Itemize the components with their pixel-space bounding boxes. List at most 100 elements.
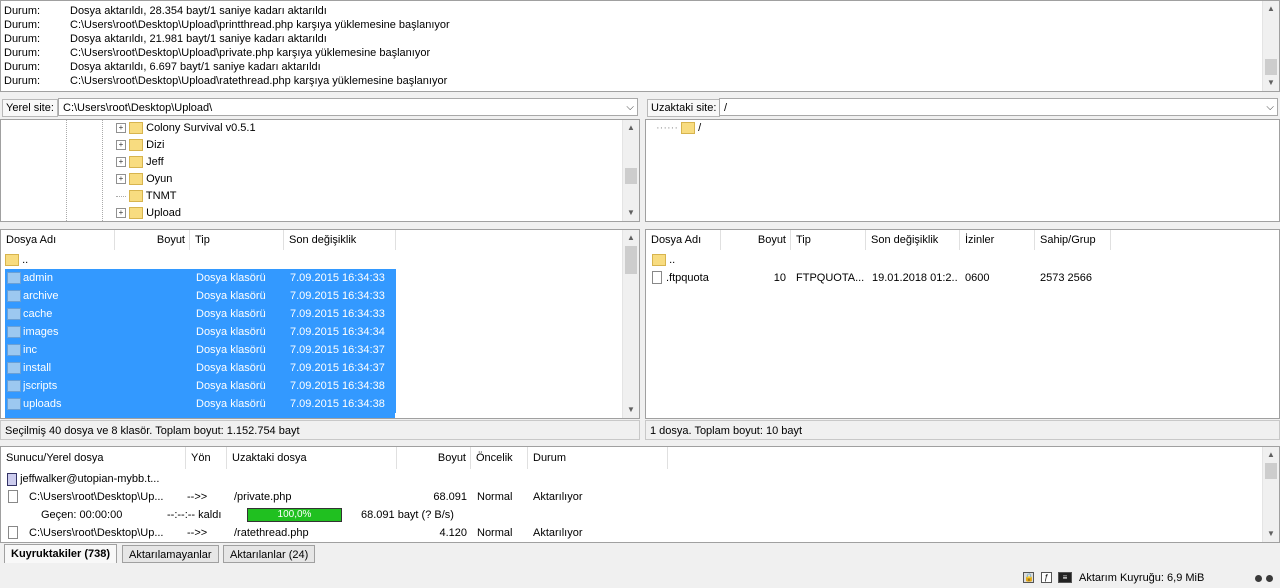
log-label: Durum: — [4, 61, 41, 73]
tree-item[interactable]: + Oyun — [116, 171, 172, 188]
speed-limit-icon[interactable]: ≡ — [1058, 572, 1072, 583]
file-type: Dosya klasörü — [196, 272, 266, 284]
local-file-list: Dosya Adı Boyut Tip Son değişiklik .. ad… — [0, 229, 640, 419]
folder-icon — [129, 139, 144, 152]
expand-icon[interactable]: + — [116, 174, 126, 185]
queue-size: 68.091 — [433, 491, 467, 503]
queue-local-file: C:\Users\root\Desktop\Up... — [29, 527, 164, 539]
tree-item-label: Upload — [146, 207, 181, 219]
folder-icon — [129, 190, 144, 203]
list-item-parent[interactable]: .. — [652, 251, 1102, 269]
queue-item[interactable]: C:\Users\root\Desktop\Up... -->> /ratethre… — [1, 524, 681, 542]
local-site-path: C:\Users\root\Desktop\Upload\ — [63, 102, 213, 114]
list-item-partial[interactable] — [5, 413, 395, 418]
list-item[interactable]: cache Dosya klasörü 7.09.2015 16:34:33 — [5, 305, 396, 323]
scroll-up-icon[interactable]: ▲ — [1263, 447, 1279, 463]
list-item-parent[interactable]: .. — [5, 251, 395, 269]
col-header-direction[interactable]: Yön — [186, 447, 227, 469]
scroll-thumb[interactable] — [625, 168, 637, 184]
tree-item-label: Jeff — [146, 156, 164, 168]
tab-queued[interactable]: Kuyruktakiler (738) — [4, 544, 118, 563]
col-header-status[interactable]: Durum — [528, 447, 668, 469]
col-header-modified[interactable]: Son değişiklik — [284, 230, 396, 250]
list-item[interactable]: install Dosya klasörü 7.09.2015 16:34:37 — [5, 359, 396, 377]
file-type: Dosya klasörü — [196, 398, 266, 410]
chevron-down-icon[interactable]: ⌵ — [1266, 99, 1274, 117]
list-item[interactable]: admin Dosya klasörü 7.09.2015 16:34:33 — [5, 269, 396, 287]
log-row: Durum: C:\Users\root\Desktop\Upload\priva… — [4, 46, 430, 60]
expand-icon[interactable]: + — [116, 140, 126, 151]
expand-icon[interactable]: + — [116, 123, 126, 134]
log-message: C:\Users\root\Desktop\Upload\printthread… — [70, 19, 450, 31]
tab-failed[interactable]: Aktarılamayanlar — [122, 545, 219, 563]
scroll-up-icon[interactable]: ▲ — [623, 230, 639, 246]
file-type: Dosya klasörü — [196, 308, 266, 320]
queue-scrollbar[interactable]: ▲ ▼ — [1262, 447, 1279, 542]
list-item[interactable]: inc Dosya klasörü 7.09.2015 16:34:37 — [5, 341, 396, 359]
file-list-scrollbar[interactable]: ▲ ▼ — [622, 230, 639, 418]
file-type: FTPQUOTA... — [796, 272, 865, 284]
col-header-remote-file[interactable]: Uzaktaki dosya — [227, 447, 397, 469]
scroll-up-icon[interactable]: ▲ — [623, 120, 639, 136]
col-header-size[interactable]: Boyut — [721, 230, 791, 250]
scroll-down-icon[interactable]: ▼ — [1263, 75, 1279, 91]
scroll-thumb[interactable] — [625, 246, 637, 274]
file-icon — [652, 271, 662, 284]
chevron-down-icon[interactable]: ⌵ — [626, 99, 634, 117]
col-header-size[interactable]: Boyut — [115, 230, 190, 250]
folder-icon — [7, 326, 21, 338]
col-header-name[interactable]: Dosya Adı — [1, 230, 115, 250]
local-site-path-combo[interactable]: C:\Users\root\Desktop\Upload\ ⌵ — [58, 98, 638, 116]
col-header-name[interactable]: Dosya Adı — [646, 230, 721, 250]
tree-item-root[interactable]: ······ / — [656, 120, 701, 137]
folder-icon — [7, 272, 21, 284]
folder-icon — [129, 207, 144, 220]
scroll-down-icon[interactable]: ▼ — [623, 402, 639, 418]
col-header-permissions[interactable]: İzinler — [960, 230, 1035, 250]
tree-item[interactable]: + Dizi — [116, 137, 164, 154]
tree-item-label: TNMT — [145, 190, 177, 202]
tab-successful[interactable]: Aktarılanlar (24) — [223, 545, 316, 563]
scroll-thumb[interactable] — [1265, 463, 1277, 479]
expand-icon[interactable]: + — [116, 208, 126, 219]
col-header-type[interactable]: Tip — [190, 230, 284, 250]
tree-item[interactable]: TNMT — [116, 188, 176, 205]
list-item[interactable]: .ftpquota 10 FTPQUOTA... 19.01.2018 01:2...… — [652, 269, 1252, 287]
list-item[interactable]: uploads Dosya klasörü 7.09.2015 16:34:38 — [5, 395, 396, 413]
tree-item[interactable]: + Colony Survival v0.5.1 — [116, 120, 256, 137]
col-header-size[interactable]: Boyut — [397, 447, 471, 469]
col-header-type[interactable]: Tip — [791, 230, 866, 250]
filter-icon[interactable]: ƒ — [1041, 572, 1052, 583]
queue-server-row[interactable]: jeffwalker@utopian-mybb.t... — [7, 470, 159, 488]
local-site-bar: Yerel site: C:\Users\root\Desktop\Upload… — [0, 97, 640, 117]
col-header-server[interactable]: Sunucu/Yerel dosya — [1, 447, 186, 469]
list-item[interactable]: jscripts Dosya klasörü 7.09.2015 16:34:38 — [5, 377, 396, 395]
scroll-down-icon[interactable]: ▼ — [623, 205, 639, 221]
file-name: archive — [23, 290, 59, 302]
tree-item-label: / — [698, 122, 702, 134]
file-modified: 19.01.2018 01:2... — [872, 272, 958, 284]
log-label: Durum: — [4, 75, 41, 87]
col-header-owner[interactable]: Sahip/Grup — [1035, 230, 1111, 250]
file-type: Dosya klasörü — [196, 326, 266, 338]
expand-icon[interactable]: + — [116, 157, 126, 168]
tree-scrollbar[interactable]: ▲ ▼ — [622, 120, 639, 221]
list-item[interactable]: archive Dosya klasörü 7.09.2015 16:34:33 — [5, 287, 396, 305]
scroll-up-icon[interactable]: ▲ — [1263, 1, 1279, 17]
list-item[interactable]: images Dosya klasörü 7.09.2015 16:34:34 — [5, 323, 396, 341]
col-header-priority[interactable]: Öncelik — [471, 447, 528, 469]
log-scrollbar[interactable]: ▲ ▼ — [1262, 1, 1279, 91]
log-row: Durum: C:\Users\root\Desktop\Upload\ratet… — [4, 74, 447, 88]
tree-item[interactable]: + Upload — [116, 205, 181, 221]
folder-icon — [129, 156, 144, 169]
remote-site-path-combo[interactable]: / ⌵ — [719, 98, 1278, 116]
scroll-thumb[interactable] — [1265, 59, 1277, 75]
log-row: Durum: C:\Users\root\Desktop\Upload\print… — [4, 18, 450, 32]
transfer-queue: Sunucu/Yerel dosya Yön Uzaktaki dosya Bo… — [0, 446, 1280, 543]
scroll-down-icon[interactable]: ▼ — [1263, 526, 1279, 542]
file-modified: 7.09.2015 16:34:37 — [290, 362, 385, 374]
queue-item[interactable]: C:\Users\root\Desktop\Up... -->> /private.… — [1, 488, 681, 506]
log-label: Durum: — [4, 19, 41, 31]
tree-item[interactable]: + Jeff — [116, 154, 164, 171]
col-header-modified[interactable]: Son değişiklik — [866, 230, 960, 250]
